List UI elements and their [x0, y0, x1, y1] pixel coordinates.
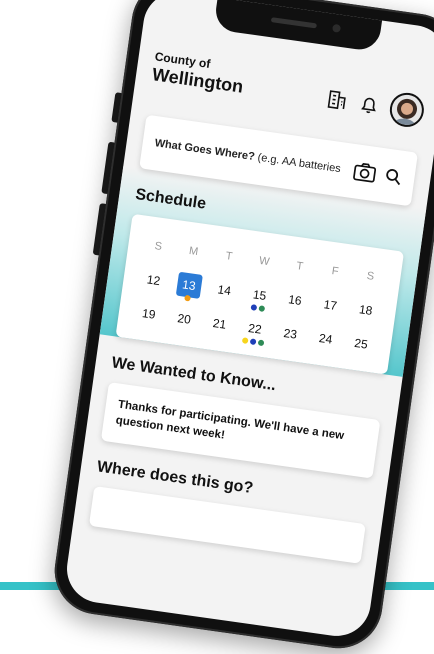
calendar-day[interactable]: 23 [271, 319, 310, 348]
calendar-day[interactable]: 17 [311, 291, 350, 320]
user-avatar[interactable] [387, 90, 427, 130]
calendar-day-number: 16 [287, 292, 303, 309]
calendar-day-number: 19 [141, 306, 157, 322]
calendar-day[interactable]: 24 [306, 324, 345, 353]
calendar-day[interactable]: 16 [276, 286, 315, 315]
calendar-day[interactable]: 22 [236, 314, 275, 347]
collection-dot [258, 305, 266, 313]
camera-icon[interactable] [351, 160, 378, 185]
speaker-grille [270, 17, 318, 29]
front-camera [332, 23, 342, 33]
collection-dot [257, 339, 265, 347]
calendar-day-number: 14 [216, 282, 232, 299]
calendar-day-number: 23 [282, 325, 298, 342]
app-content: County of Wellington What Goes Where? (e… [88, 49, 427, 564]
phone-mockup: County of Wellington What Goes Where? (e… [49, 0, 434, 654]
calendar-day-number: 20 [176, 311, 192, 327]
weekday-label: S [153, 240, 163, 254]
know-message: Thanks for participating. We'll have a n… [115, 398, 345, 443]
collection-dot [250, 304, 258, 311]
collection-dot [183, 294, 191, 302]
calendar-day-number: 12 [145, 272, 162, 289]
building-icon[interactable] [325, 88, 350, 113]
calendar-day-number: 25 [353, 335, 369, 352]
weekday-label: S [366, 269, 375, 283]
calendar-day[interactable]: 21 [200, 310, 239, 339]
weekday-label: W [258, 254, 271, 269]
calendar-day[interactable]: 19 [129, 300, 168, 329]
collection-dot [241, 337, 249, 345]
collection-dots [183, 294, 191, 302]
search-input[interactable]: What Goes Where? (e.g. AA batteries [154, 137, 346, 176]
bell-icon[interactable] [357, 92, 382, 117]
weekday-label: T [224, 250, 234, 263]
weekday-label: F [330, 265, 340, 278]
weekday-label: M [188, 244, 200, 259]
phone-frame: County of Wellington What Goes Where? (e… [49, 0, 434, 654]
calendar-day[interactable]: 14 [205, 276, 244, 305]
calendar-day-number: 24 [318, 330, 334, 347]
calendar-day[interactable]: 15 [240, 281, 279, 313]
calendar-day-selected[interactable]: 13 [170, 271, 209, 302]
calendar-day-number: 21 [211, 316, 228, 332]
calendar-day[interactable]: 12 [134, 266, 173, 295]
calendar-day[interactable]: 18 [346, 296, 385, 325]
collection-dot [249, 338, 257, 346]
calendar-day[interactable]: 20 [165, 305, 204, 334]
calendar-day[interactable]: 25 [342, 329, 381, 358]
phone-notch [213, 0, 383, 53]
search-hint: (e.g. AA batteries [253, 151, 342, 176]
weekday-label: T [295, 260, 304, 273]
search-icon[interactable] [383, 166, 403, 186]
schedule-calendar: S M T W T F S 12 13 14 15 16 17 18 19 20 21 22 23 24 25 [115, 213, 405, 375]
calendar-day-number: 18 [358, 302, 374, 318]
calendar-day-number: 17 [322, 297, 338, 313]
search-label: What Goes Where? [153, 137, 256, 164]
